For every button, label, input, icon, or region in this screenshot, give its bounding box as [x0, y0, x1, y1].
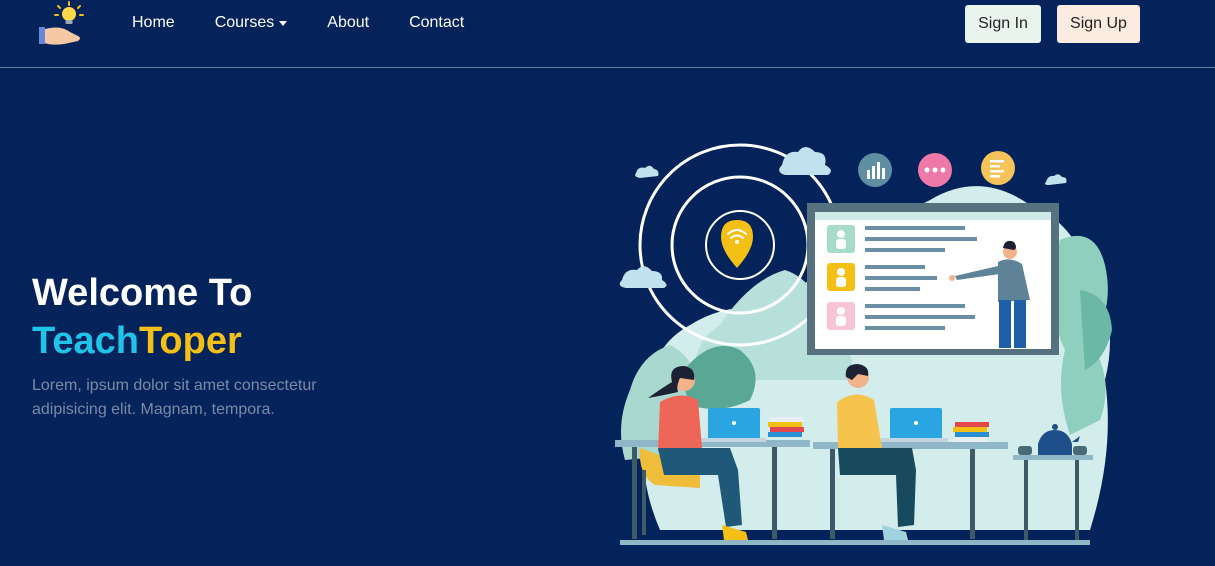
hero-section: Welcome To TeachToper Lorem, ipsum dolor… — [32, 270, 372, 422]
nav-about-label: About — [327, 14, 370, 31]
nav-contact-label: Contact — [409, 14, 465, 31]
nav-home-label: Home — [132, 14, 175, 31]
nav-links: Home Courses About Contact — [132, 14, 504, 32]
navbar: Home Courses About Contact Sign In Sign … — [0, 0, 1215, 68]
nav-home[interactable]: Home — [132, 14, 175, 32]
brand-teach: Teach — [32, 320, 140, 362]
sign-up-button[interactable]: Sign Up — [1057, 5, 1140, 43]
nav-contact[interactable]: Contact — [409, 14, 464, 32]
caret-down-icon — [279, 20, 288, 26]
brand-toper: Toper — [139, 320, 242, 362]
hero-brand: TeachToper — [32, 316, 372, 366]
hero-description: Lorem, ipsum dolor sit amet consectetur … — [32, 377, 317, 418]
nav-about[interactable]: About — [327, 14, 369, 32]
hero-title: Welcome To — [32, 272, 253, 314]
hero-illustration — [600, 130, 1140, 550]
nav-courses-label: Courses — [214, 14, 275, 31]
sign-in-button[interactable]: Sign In — [965, 5, 1041, 43]
nav-courses-dropdown[interactable]: Courses — [215, 14, 288, 32]
logo-lightbulb-hand-icon[interactable] — [36, 0, 86, 48]
